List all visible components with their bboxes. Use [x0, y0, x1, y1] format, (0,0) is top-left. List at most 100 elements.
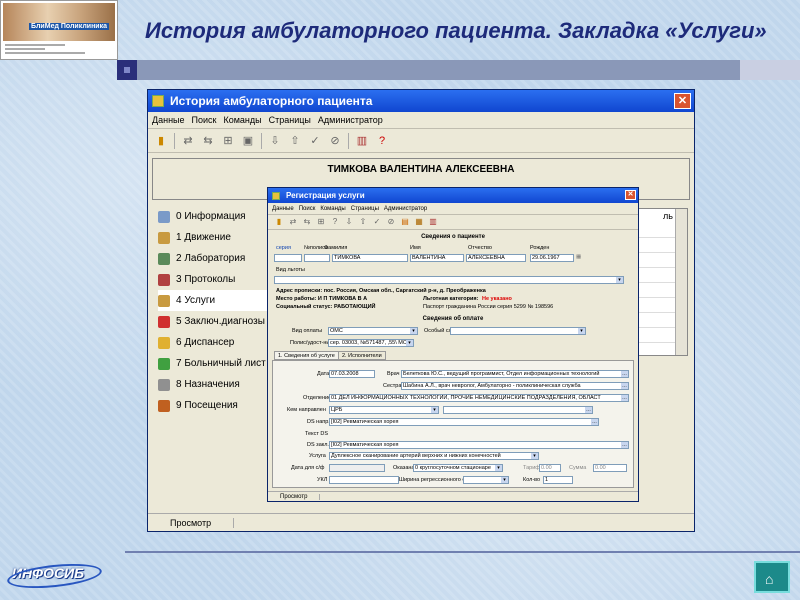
dmenu-commands[interactable]: Команды	[320, 206, 345, 212]
policy-doc-select[interactable]: сер. 03003, №571487, ,55\ МС ▾	[328, 339, 414, 347]
department-field[interactable]: 01 ДЕЛ ИНФОРМАЦИОННЫХ ТЕХНОЛОГИЙ, ПРОЧИЕ…	[329, 394, 629, 402]
patronymic-field[interactable]: АЛЕКСЕЕВНА	[466, 254, 526, 262]
up-arrow-icon[interactable]: ⇧	[358, 217, 368, 227]
help-icon[interactable]: ?	[375, 134, 389, 148]
book-icon[interactable]: ▥	[428, 217, 438, 227]
count-field[interactable]: 1	[543, 476, 573, 484]
movement-icon	[158, 231, 170, 244]
home-button[interactable]: ⌂	[754, 561, 790, 593]
delete-icon[interactable]: ⊞	[316, 217, 326, 227]
menu-commands[interactable]: Команды	[223, 115, 261, 125]
place-select[interactable]: 0 круглосуточном стационаре ▾	[413, 464, 503, 472]
book-icon[interactable]: ▥	[355, 134, 369, 148]
down-arrow-icon[interactable]: ⇩	[344, 217, 354, 227]
calendar-icon[interactable]: ▦	[576, 254, 581, 260]
menu-search[interactable]: Поиск	[192, 115, 217, 125]
slide-title: История амбулаторного пациента. Закладка…	[145, 18, 767, 43]
dispensary-icon	[158, 336, 170, 349]
table-scrollbar[interactable]	[675, 209, 687, 355]
nurse-field[interactable]: Шабина А.Л., врач невролог, Амбулаторно …	[401, 382, 629, 390]
add-record-icon[interactable]: ⇄	[181, 134, 195, 148]
lab-icon	[158, 252, 170, 265]
edit-record-icon[interactable]: ⇆	[201, 134, 215, 148]
policy-number-field[interactable]	[304, 254, 330, 262]
main-titlebar[interactable]: История амбулаторного пациента	[148, 90, 694, 112]
footer-line	[125, 551, 800, 553]
main-menu: Данные Поиск Команды Страницы Администра…	[148, 112, 694, 129]
cancel-icon[interactable]: ⊘	[328, 134, 342, 148]
menu-pages[interactable]: Страницы	[269, 115, 311, 125]
check-icon[interactable]: ✓	[308, 134, 322, 148]
dialog-status-bar: Просмотр	[268, 491, 638, 501]
ukl-field[interactable]	[329, 476, 399, 484]
app-icon	[152, 95, 164, 107]
dialog-menu: Данные Поиск Команды Страницы Администра…	[268, 203, 638, 215]
sender-detail-field[interactable]: …	[443, 406, 593, 414]
payment-section-title: Сведения об оплате	[422, 316, 484, 322]
series-field[interactable]	[274, 254, 302, 262]
exit-icon[interactable]: ▮	[154, 134, 168, 148]
sick-leave-icon	[158, 357, 170, 370]
dmenu-admin[interactable]: Администратор	[384, 206, 427, 212]
tab-executors[interactable]: 2. Исполнители	[338, 351, 386, 360]
save-icon[interactable]: ▣	[241, 134, 255, 148]
services-icon	[158, 294, 170, 307]
exit-icon[interactable]: ▮	[274, 217, 284, 227]
invoice-date-field[interactable]	[329, 464, 385, 472]
visits-icon	[158, 399, 170, 412]
work-text: Место работы: И П ТИМКОВА В А	[276, 296, 368, 302]
patient-name: ТИМКОВА ВАЛЕНТИНА АЛЕКСЕЕВНА	[327, 164, 515, 175]
firstname-field[interactable]: ВАЛЕНТИНА	[410, 254, 464, 262]
close-button[interactable]: ✕	[674, 93, 691, 109]
tab-service-info[interactable]: 1. Сведения об услуге	[274, 351, 339, 360]
dialog-close-button[interactable]: ✕	[625, 190, 636, 200]
lastname-field[interactable]: ТИМКОВА	[332, 254, 408, 262]
add-icon[interactable]: ⇄	[288, 217, 298, 227]
help-icon[interactable]: ?	[330, 217, 340, 227]
menu-admin[interactable]: Администратор	[318, 115, 383, 125]
thumbnail-logo: БлиМед Поликлиника	[0, 0, 118, 60]
delete-record-icon[interactable]: ⊞	[221, 134, 235, 148]
payment-type-select[interactable]: ОМС ▾	[328, 327, 418, 335]
dialog-icon	[272, 191, 280, 200]
ds-direction-field[interactable]: [I02] Ревматическая хорея…	[329, 418, 599, 426]
service-registration-dialog: Регистрация услуги ✕ Данные Поиск Команд…	[267, 187, 639, 502]
diagnoses-icon	[158, 315, 170, 328]
special-case-select[interactable]: ▾	[450, 327, 586, 335]
service-info-panel: Дата 07.03.2008 Врач Белеткова Ю.С., вед…	[272, 360, 634, 488]
tariff-field[interactable]: 0.00	[539, 464, 561, 472]
service-select[interactable]: Дуплексное сканирование артерий верхних …	[329, 452, 539, 460]
benefit-category-value: Не указано	[482, 296, 512, 302]
patient-section-title: Сведения о пациенте	[421, 234, 485, 240]
protocols-icon	[158, 273, 170, 286]
benefit-select[interactable]: ▾	[274, 276, 624, 284]
sender-select[interactable]: ЦРБ ▾	[329, 406, 439, 414]
doctor-field[interactable]: Белеткова Ю.С., ведущий программист, Отд…	[401, 370, 629, 378]
dialog-titlebar[interactable]: Регистрация услуги	[268, 188, 638, 203]
dmenu-data[interactable]: Данные	[272, 206, 294, 212]
window-width-select[interactable]: ▾	[463, 476, 509, 484]
info-icon	[158, 210, 170, 223]
sum-field[interactable]: 0.00	[593, 464, 627, 472]
dmenu-search[interactable]: Поиск	[299, 206, 316, 212]
cancel-icon[interactable]: ⊘	[386, 217, 396, 227]
decor-bar	[137, 60, 740, 80]
birthdate-field[interactable]: 29.06.1967	[530, 254, 574, 262]
menu-data[interactable]: Данные	[152, 115, 185, 125]
passport-text: Паспорт гражданина России серия 5299 № 1…	[423, 304, 554, 310]
main-status-bar: Просмотр	[148, 513, 694, 531]
edit-icon[interactable]: ⇆	[302, 217, 312, 227]
up-arrow-icon[interactable]: ⇧	[288, 134, 302, 148]
status-mode: Просмотр	[148, 517, 235, 528]
ds-final-field[interactable]: [I02] Ревматическая хорея…	[329, 441, 629, 449]
date-field[interactable]: 07.03.2008	[329, 370, 375, 378]
folder-icon[interactable]: ▦	[414, 217, 424, 227]
check-icon[interactable]: ✓	[372, 217, 382, 227]
home-icon: ⌂	[765, 571, 774, 587]
dmenu-pages[interactable]: Страницы	[351, 206, 379, 212]
decor-square	[117, 60, 137, 80]
column-header-partial: ль	[663, 211, 673, 221]
main-toolbar: ▮ ⇄ ⇆ ⊞ ▣ ⇩ ⇧ ✓ ⊘ ▥ ?	[148, 129, 694, 153]
down-arrow-icon[interactable]: ⇩	[268, 134, 282, 148]
print-icon[interactable]: ▤	[400, 217, 410, 227]
